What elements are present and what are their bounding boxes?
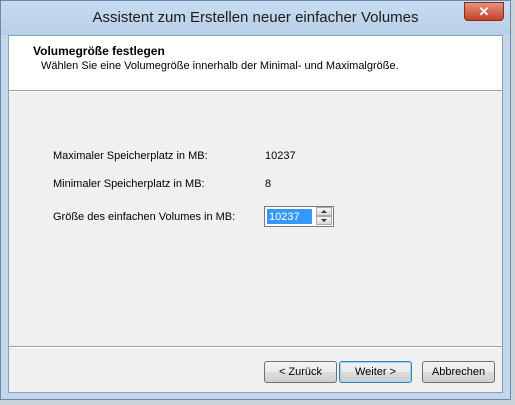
back-button[interactable]: < Zurück	[264, 361, 337, 383]
max-size-value: 10237	[265, 150, 296, 162]
page-subtitle: Wählen Sie eine Volumegröße innerhalb de…	[41, 60, 399, 72]
min-size-value: 8	[265, 178, 272, 190]
next-button[interactable]: Weiter >	[339, 361, 412, 383]
wizard-header: Volumegröße festlegen Wählen Sie eine Vo…	[9, 36, 502, 90]
arrow-up-icon	[321, 210, 327, 213]
close-icon: ✕	[478, 3, 490, 19]
footer-divider	[9, 346, 502, 348]
spin-down-button[interactable]	[316, 216, 332, 225]
close-button[interactable]: ✕	[464, 2, 504, 21]
min-size-label: Minimaler Speicherplatz in MB:	[53, 178, 205, 190]
volume-size-label: Größe des einfachen Volumes in MB:	[53, 211, 236, 223]
arrow-down-icon	[321, 219, 327, 222]
volume-size-input[interactable]	[267, 209, 312, 224]
wizard-client-area: Volumegröße festlegen Wählen Sie eine Vo…	[8, 35, 503, 393]
header-divider	[9, 90, 502, 92]
max-size-label: Maximaler Speicherplatz in MB:	[53, 150, 208, 162]
spin-up-button[interactable]	[316, 207, 332, 216]
volume-size-stepper	[264, 206, 334, 227]
background-right	[511, 0, 515, 405]
window-title: Assistent zum Erstellen neuer einfacher …	[92, 9, 419, 26]
cancel-button[interactable]: Abbrechen	[422, 361, 495, 383]
page-title: Volumegröße festlegen	[33, 44, 165, 58]
background-bottom	[0, 400, 515, 405]
wizard-window: Assistent zum Erstellen neuer einfacher …	[0, 0, 511, 400]
title-bar[interactable]: Assistent zum Erstellen neuer einfacher …	[1, 1, 510, 35]
